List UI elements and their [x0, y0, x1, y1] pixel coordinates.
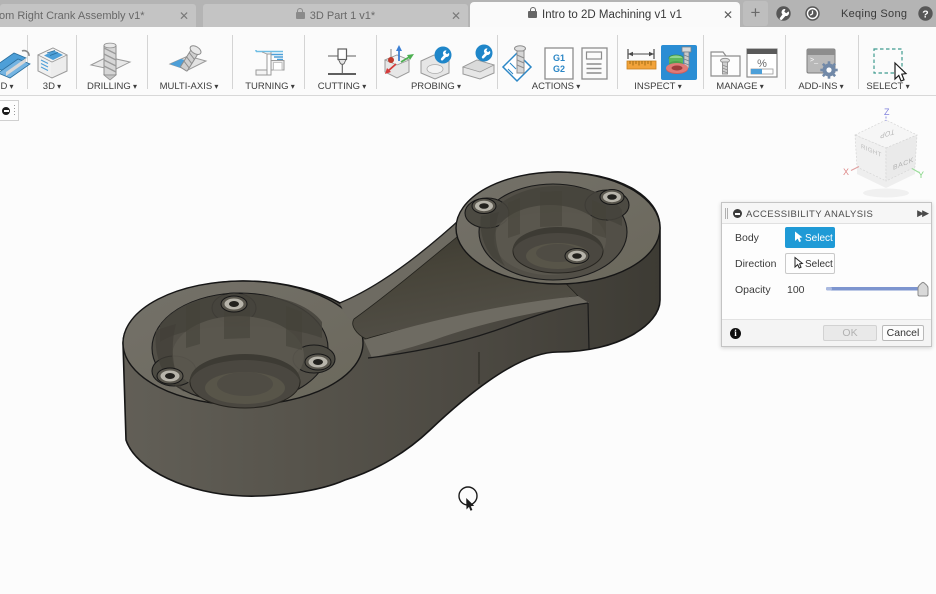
- svg-text:?: ?: [922, 8, 928, 20]
- svg-text:Z: Z: [884, 107, 890, 117]
- svg-text:Y: Y: [918, 170, 924, 180]
- svg-text:G1: G1: [553, 53, 565, 63]
- svg-text:Select: Select: [805, 233, 833, 244]
- svg-text:Select: Select: [805, 259, 833, 270]
- svg-text:>_: >_: [810, 57, 818, 64]
- svg-text:G2: G2: [553, 64, 565, 74]
- svg-text:X: X: [843, 167, 849, 177]
- svg-text:%: %: [757, 58, 767, 70]
